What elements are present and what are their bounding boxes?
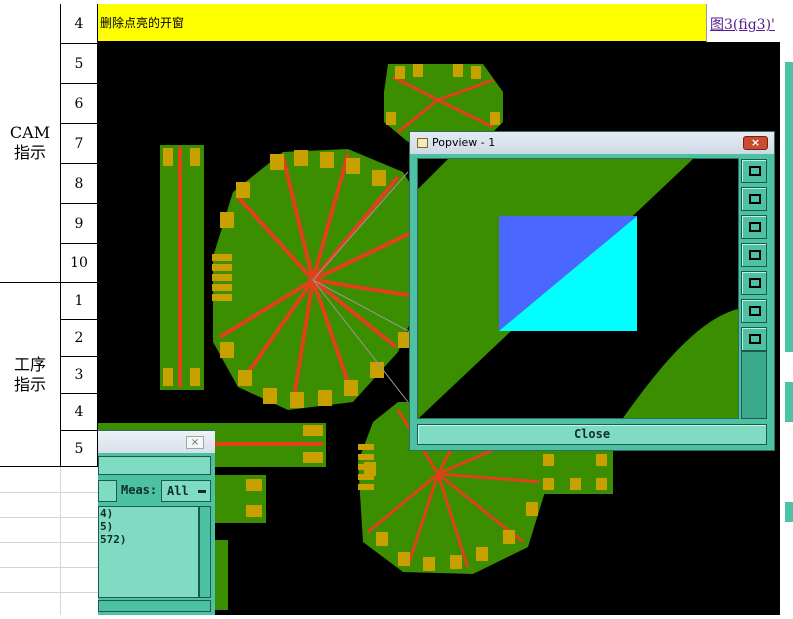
- pan-left-icon[interactable]: [741, 243, 767, 267]
- row-number: 5: [74, 55, 84, 72]
- meas-select[interactable]: All: [161, 480, 211, 502]
- popview-side-panel: [741, 351, 767, 419]
- popview-title: Popview - 1: [432, 136, 496, 149]
- row-number: 2: [74, 330, 84, 346]
- pad: [246, 479, 262, 491]
- vertical-scrollbar[interactable]: [199, 506, 211, 598]
- panel-edge-segment: [785, 502, 793, 522]
- popview-zoom-artwork: [418, 159, 738, 418]
- copper-pour: [623, 309, 738, 418]
- row-number: 3: [74, 367, 84, 383]
- zoom-out-icon[interactable]: [741, 327, 767, 351]
- row-number-cell[interactable]: 5: [61, 44, 98, 84]
- pad: [246, 505, 262, 517]
- group-label: 工序: [13, 354, 46, 374]
- grid-line: [0, 567, 98, 568]
- row-number: 8: [74, 175, 84, 192]
- measure-window[interactable]: × Meas: All 4) 5) 572): [98, 430, 215, 615]
- row-number-cell[interactable]: 10: [61, 244, 98, 283]
- popview-titlebar[interactable]: Popview - 1 ×: [410, 132, 774, 154]
- close-button[interactable]: Close: [417, 424, 767, 445]
- row-number-cell[interactable]: 2: [61, 320, 98, 357]
- group-label: 指示: [13, 143, 46, 162]
- pan-right-icon[interactable]: [741, 271, 767, 295]
- row-number: 5: [74, 440, 84, 457]
- measure-toolbar[interactable]: [98, 456, 211, 475]
- zoom-fit-icon[interactable]: [741, 159, 767, 183]
- popview-canvas[interactable]: [417, 158, 739, 419]
- panel-edge-segment: [785, 62, 793, 352]
- window-icon: [417, 138, 428, 148]
- chevron-down-icon: [198, 490, 206, 493]
- group-label: 指示: [13, 374, 46, 394]
- row-number-cell[interactable]: 9: [61, 204, 98, 244]
- row-number-cell[interactable]: 5: [61, 431, 98, 467]
- grid-line: [60, 466, 61, 615]
- pad: [190, 368, 200, 386]
- row-number-cell[interactable]: 4: [61, 4, 98, 44]
- grid-line: [0, 492, 98, 493]
- row-number-cell[interactable]: 6: [61, 84, 98, 124]
- zoom-in-icon[interactable]: [741, 299, 767, 323]
- group-cell-cam[interactable]: CAM 指示: [0, 4, 61, 283]
- meas-label: Meas:: [121, 483, 158, 497]
- right-panel-edge: [780, 42, 793, 615]
- grid-line: [0, 542, 98, 543]
- description-text: 删除点亮的开窗: [100, 16, 185, 30]
- list-item[interactable]: 4): [99, 507, 198, 520]
- row-number: 4: [74, 15, 84, 32]
- list-item[interactable]: 572): [99, 533, 198, 546]
- row-number: 9: [74, 215, 84, 232]
- measure-titlebar[interactable]: ×: [98, 431, 215, 453]
- row-number-cell[interactable]: 8: [61, 164, 98, 204]
- close-icon[interactable]: ×: [743, 136, 768, 150]
- figure-link[interactable]: 图3(fig3)': [710, 14, 775, 34]
- description-cell[interactable]: 删除点亮的开窗: [98, 4, 706, 42]
- row-number-cell[interactable]: 4: [61, 394, 98, 431]
- close-icon[interactable]: ×: [186, 436, 204, 449]
- row-number: 1: [74, 293, 84, 309]
- pan-down-icon[interactable]: [741, 215, 767, 239]
- row-number-cell[interactable]: 1: [61, 283, 98, 320]
- grid-line: [0, 517, 98, 518]
- pad: [190, 148, 200, 166]
- pad: [163, 148, 173, 166]
- grid-line: [0, 592, 98, 593]
- row-number-cell[interactable]: 7: [61, 124, 98, 164]
- measure-mode-button[interactable]: [98, 480, 117, 502]
- figure-link-cell[interactable]: 图3(fig3)': [706, 4, 793, 42]
- row-number: 10: [70, 255, 88, 271]
- measure-results-list[interactable]: 4) 5) 572): [98, 506, 199, 598]
- row-number: 7: [74, 135, 84, 152]
- popview-window[interactable]: Popview - 1 × Close: [409, 131, 775, 451]
- trace: [178, 147, 182, 387]
- pad: [303, 452, 323, 463]
- pad: [303, 425, 323, 436]
- row-number-cell[interactable]: 3: [61, 357, 98, 394]
- panel-edge-segment: [785, 382, 793, 422]
- group-label: CAM: [9, 123, 51, 142]
- meas-select-value: All: [167, 484, 189, 498]
- list-item[interactable]: 5): [99, 520, 198, 533]
- pan-up-icon[interactable]: [741, 187, 767, 211]
- pad: [163, 368, 173, 386]
- row-number: 4: [74, 404, 84, 420]
- row-number: 6: [74, 95, 84, 112]
- horizontal-scrollbar[interactable]: [98, 600, 211, 612]
- group-cell-process[interactable]: 工序 指示: [0, 283, 61, 467]
